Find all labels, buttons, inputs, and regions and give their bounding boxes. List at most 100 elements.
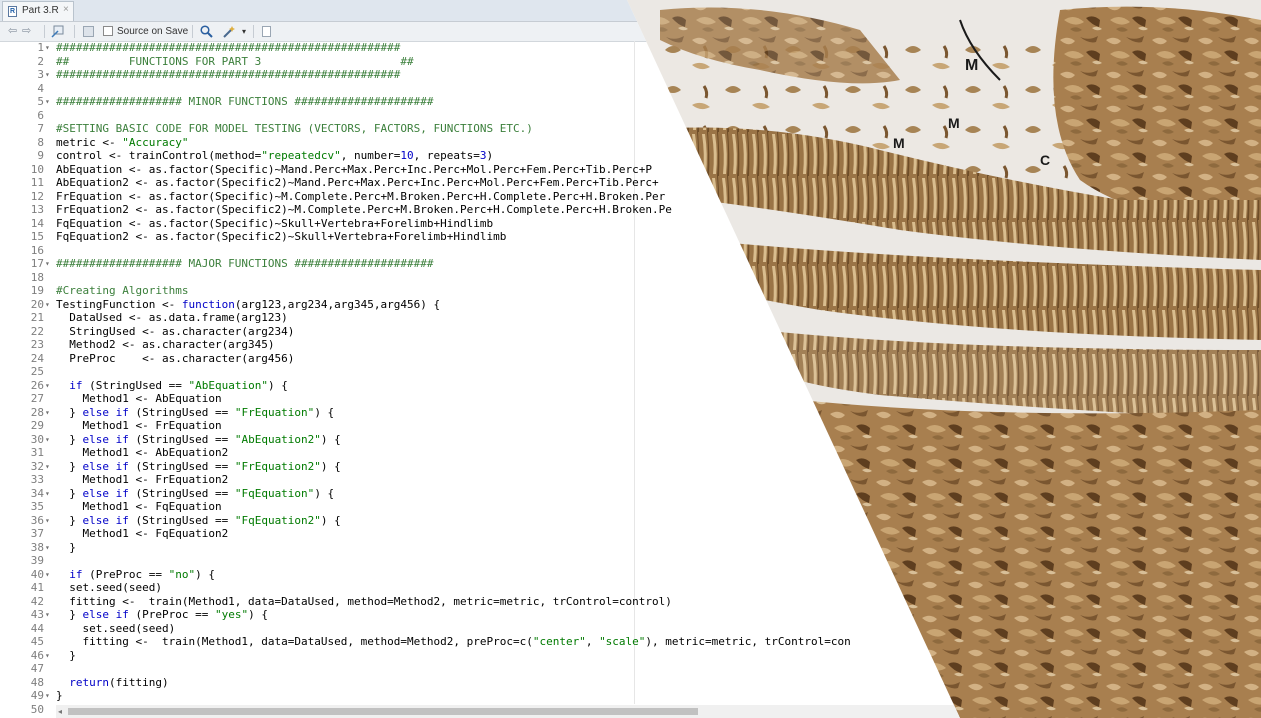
line-number: 44 <box>30 621 44 635</box>
code-text: StringUsed <- as.character(arg234) <box>56 325 294 339</box>
line-number: 39 <box>30 554 44 567</box>
code-text: FqEquation <- as.factor(Specific)~Skull+… <box>56 217 493 231</box>
code-token: else if <box>82 459 129 473</box>
code-token: DataUsed <- as.data.frame(arg123) <box>56 311 288 324</box>
code-text: DataUsed <- as.data.frame(arg123) <box>56 311 288 325</box>
code-text: } <box>56 541 76 555</box>
code-token: PreProc <- as.character(arg456) <box>56 351 295 365</box>
line-number: 14 <box>30 216 44 230</box>
scrollbar-thumb[interactable] <box>68 708 698 715</box>
code-token: if <box>69 378 83 392</box>
code-token: Method1 <- FqEquation2 <box>56 527 229 540</box>
search-icon[interactable] <box>200 25 213 38</box>
code-token: } <box>56 486 83 500</box>
code-token: Method2 <- as.character(arg345) <box>56 338 275 351</box>
fold-toggle-icon[interactable]: ▾ <box>45 649 50 663</box>
code-token: } <box>56 405 83 419</box>
code-token: FrEquation <- as.factor(Specific)~M.Comp… <box>56 189 666 203</box>
code-token: ########################################… <box>56 68 401 81</box>
fold-toggle-icon[interactable]: ▾ <box>45 379 50 393</box>
fold-toggle-icon[interactable]: ▾ <box>45 257 50 271</box>
fold-toggle-icon[interactable]: ▾ <box>45 541 50 555</box>
tab-label: Part 3.R <box>22 5 59 16</box>
code-token: , number= <box>340 149 401 162</box>
code-text: ################### MINOR FUNCTIONS ####… <box>56 95 434 109</box>
line-number: 50 <box>30 702 44 716</box>
code-token: TestingFunction <- <box>56 297 182 311</box>
code-text: } else if (StringUsed == "FrEquation2") … <box>56 460 341 474</box>
fold-toggle-icon[interactable]: ▾ <box>45 460 50 474</box>
code-text: return(fitting) <box>56 675 168 690</box>
code-text: } <box>56 689 63 703</box>
code-token: AbEquation <- as.factor(Specific)~Mand.P… <box>56 162 653 176</box>
fold-toggle-icon[interactable]: ▾ <box>45 608 50 622</box>
code-token: if <box>69 567 83 581</box>
fold-toggle-icon[interactable]: ▾ <box>45 68 50 82</box>
line-number: 31 <box>30 446 44 459</box>
source-on-save-checkbox[interactable] <box>103 26 113 36</box>
code-text: } <box>56 649 76 663</box>
code-token: } <box>56 459 83 473</box>
code-token: "yes" <box>214 608 249 621</box>
fold-toggle-icon[interactable]: ▾ <box>45 487 50 501</box>
code-token: "AbEquation2" <box>234 432 321 446</box>
line-number: 41 <box>30 581 44 594</box>
line-number: 49 <box>30 689 44 702</box>
code-token: else if <box>82 608 129 621</box>
close-tab-icon[interactable]: × <box>63 4 69 15</box>
fold-toggle-icon[interactable]: ▾ <box>45 95 50 109</box>
line-number: 1 <box>37 41 44 54</box>
code-token: (StringUsed == <box>128 486 235 500</box>
tab-part-3-r[interactable]: R Part 3.R × <box>2 1 74 21</box>
code-token: ), metric=metric, trControl=con <box>645 635 851 648</box>
back-icon[interactable]: ⇦ <box>8 25 17 38</box>
code-token: #SETTING BASIC CODE FOR MODEL TESTING (V… <box>56 122 533 135</box>
code-token: Method1 <- FrEquation2 <box>56 473 229 486</box>
scroll-left-icon[interactable]: ◂ <box>58 705 62 718</box>
code-text: } else if (StringUsed == "FqEquation2") … <box>56 514 341 528</box>
fold-toggle-icon[interactable]: ▾ <box>45 298 50 312</box>
line-number: 20 <box>30 297 44 311</box>
code-token: FqEquation <- as.factor(Specific)~Skull+… <box>56 216 494 230</box>
fold-toggle-icon[interactable]: ▾ <box>45 41 50 55</box>
chevron-down-icon[interactable]: ▾ <box>242 25 246 38</box>
fold-toggle-icon[interactable]: ▾ <box>45 568 50 582</box>
code-text: fitting <- train(Method1, data=DataUsed,… <box>56 635 851 649</box>
line-number: 12 <box>30 189 44 203</box>
code-token: , <box>585 635 600 648</box>
line-number: 8 <box>37 135 44 149</box>
code-token: (StringUsed == <box>82 378 189 392</box>
code-token: "no" <box>168 567 196 581</box>
code-text: Method1 <- FqEquation <box>56 500 221 514</box>
code-token: return <box>69 675 109 689</box>
forward-icon[interactable]: ⇨ <box>22 25 31 38</box>
line-number: 13 <box>30 203 44 216</box>
code-token: FqEquation2 <- as.factor(Specific2)~Skul… <box>56 230 507 243</box>
code-token: 3 <box>479 149 487 162</box>
line-number: 34 <box>30 486 44 500</box>
fold-toggle-icon[interactable]: ▾ <box>45 406 50 420</box>
line-number: 43 <box>30 608 44 621</box>
marker-letter-m1: M <box>965 57 978 74</box>
code-token: "FqEquation" <box>234 486 315 500</box>
code-tools-wand-icon[interactable] <box>222 25 236 38</box>
save-icon[interactable] <box>83 26 94 37</box>
toolbar-separator <box>44 25 45 38</box>
code-text: Method1 <- FrEquation2 <box>56 473 228 487</box>
code-text: AbEquation2 <- as.factor(Specific2)~Mand… <box>56 176 659 190</box>
code-token: fitting <- train(Method1, data=DataUsed,… <box>56 635 533 648</box>
fold-toggle-icon[interactable]: ▾ <box>45 689 50 703</box>
code-token: ) <box>486 149 494 162</box>
line-number: 29 <box>30 419 44 432</box>
code-text: Method2 <- as.character(arg345) <box>56 338 275 352</box>
show-in-window-icon[interactable] <box>51 25 65 38</box>
line-number: 28 <box>30 405 44 419</box>
code-token: ) { <box>314 405 335 419</box>
line-number: 42 <box>30 594 44 608</box>
fold-toggle-icon[interactable]: ▾ <box>45 514 50 528</box>
fold-toggle-icon[interactable]: ▾ <box>45 433 50 447</box>
code-text: Method1 <- AbEquation2 <box>56 446 228 460</box>
compile-report-icon[interactable] <box>262 26 271 37</box>
